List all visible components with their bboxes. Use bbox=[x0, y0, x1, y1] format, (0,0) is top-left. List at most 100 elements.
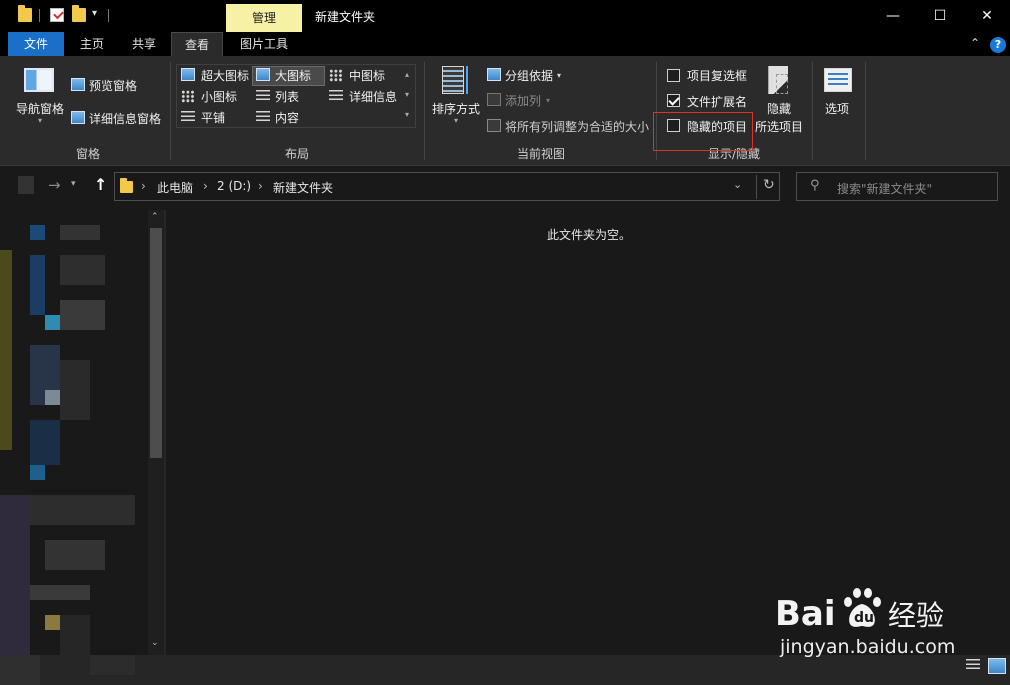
layout-tiles[interactable]: 平铺 bbox=[201, 109, 225, 126]
tab-share[interactable]: 共享 bbox=[124, 32, 164, 56]
layout-list[interactable]: 列表 bbox=[275, 88, 299, 105]
search-box[interactable]: ⚲ 搜索"新建文件夹" bbox=[796, 172, 998, 201]
details-pane-button[interactable]: 详细信息窗格 bbox=[89, 110, 161, 127]
add-columns-button[interactable]: 添加列 bbox=[505, 92, 541, 109]
pixelated-block bbox=[45, 390, 60, 405]
content-icon bbox=[256, 111, 270, 124]
close-button[interactable]: ✕ bbox=[964, 0, 1010, 32]
small-icons-icon bbox=[181, 90, 195, 103]
tab-file[interactable]: 文件 bbox=[8, 32, 64, 56]
sort-by-button[interactable]: 排序方式 bbox=[432, 100, 480, 117]
folder-icon bbox=[120, 178, 133, 193]
address-bar[interactable]: › 此电脑 › 2 (D:) › 新建文件夹 ⌄ ↻ bbox=[114, 172, 780, 201]
pixelated-block bbox=[30, 420, 60, 465]
details-icon bbox=[329, 90, 343, 103]
scrollbar-thumb[interactable] bbox=[150, 228, 162, 458]
maximize-icon: ☐ bbox=[933, 8, 947, 24]
up-icon[interactable]: ↑ bbox=[94, 175, 107, 194]
tiles-icon bbox=[181, 111, 195, 124]
pixelated-block bbox=[30, 225, 45, 240]
help-icon[interactable]: ? bbox=[990, 37, 1006, 53]
pixelated-block bbox=[60, 300, 105, 330]
minimize-icon: — bbox=[886, 8, 900, 24]
pixelated-block bbox=[60, 225, 100, 240]
layout-medium-icons[interactable]: 中图标 bbox=[349, 67, 385, 84]
chevron-down-icon: ▾ bbox=[454, 116, 459, 125]
chevron-right-icon[interactable]: › bbox=[203, 179, 208, 193]
folder-icon[interactable] bbox=[18, 5, 32, 22]
breadcrumb-drive[interactable]: 2 (D:) bbox=[217, 179, 251, 193]
tab-picture-tools[interactable]: 图片工具 bbox=[232, 32, 296, 56]
group-separator bbox=[865, 62, 866, 160]
pixelated-block bbox=[0, 250, 12, 450]
quick-access-dropdown-icon[interactable]: ▾ bbox=[92, 8, 97, 19]
options-button[interactable]: 选项 bbox=[825, 100, 849, 117]
expand-gallery-icon[interactable]: ▾ bbox=[405, 110, 409, 119]
hide-selected-label-1[interactable]: 隐藏 bbox=[767, 100, 791, 117]
size-all-columns-button[interactable]: 将所有列调整为合适的大小 bbox=[505, 118, 649, 135]
baidu-logo-icon: Bai du 经验 bbox=[775, 588, 944, 634]
layout-extra-large-icons[interactable]: 超大图标 bbox=[201, 67, 249, 84]
scroll-down-icon[interactable]: ⌄ bbox=[151, 638, 159, 648]
breadcrumb-new-folder[interactable]: 新建文件夹 bbox=[273, 179, 333, 196]
recent-locations-icon[interactable]: ▾ bbox=[71, 179, 76, 189]
options-icon bbox=[824, 68, 852, 92]
back-icon[interactable] bbox=[18, 176, 34, 194]
pixelated-block bbox=[30, 495, 135, 525]
maximize-button[interactable]: ☐ bbox=[917, 0, 963, 32]
tab-home[interactable]: 主页 bbox=[72, 32, 112, 56]
group-label-layout: 布局 bbox=[285, 147, 310, 161]
scroll-up-icon[interactable]: ⌃ bbox=[151, 212, 159, 222]
chevron-down-icon[interactable]: ⌄ bbox=[733, 178, 742, 191]
tab-manage[interactable]: 管理 bbox=[226, 4, 302, 32]
pixelated-block bbox=[60, 615, 90, 655]
navigation-pane-button[interactable]: 导航窗格 bbox=[16, 100, 64, 117]
layout-details[interactable]: 详细信息 bbox=[349, 88, 397, 105]
hide-selected-dashed-icon bbox=[776, 74, 788, 94]
group-separator bbox=[170, 62, 171, 160]
navigation-pane-icon[interactable] bbox=[24, 68, 54, 92]
details-view-icon[interactable] bbox=[966, 659, 980, 672]
file-extensions-checkbox[interactable] bbox=[667, 94, 680, 107]
layout-large-icons[interactable]: 大图标 bbox=[275, 67, 311, 84]
ribbon-tab-bar: 文件 主页 共享 查看 图片工具 ⌃ ? bbox=[0, 32, 1010, 56]
pixelated-block bbox=[60, 360, 90, 420]
pixelated-block bbox=[45, 540, 105, 570]
scroll-down-icon[interactable]: ▾ bbox=[405, 90, 409, 99]
chevron-down-icon: ▾ bbox=[546, 96, 551, 105]
search-placeholder: 搜索"新建文件夹" bbox=[837, 182, 933, 196]
minimize-button[interactable]: — bbox=[870, 0, 916, 32]
wm-brand: Bai bbox=[775, 594, 836, 634]
item-checkboxes-checkbox[interactable] bbox=[667, 69, 680, 82]
file-extensions-label: 文件扩展名 bbox=[687, 95, 748, 109]
list-icon bbox=[256, 90, 270, 103]
large-icons-view-icon[interactable] bbox=[988, 658, 1006, 674]
close-icon: ✕ bbox=[981, 8, 993, 24]
new-folder-icon[interactable] bbox=[72, 5, 86, 22]
tab-view[interactable]: 查看 bbox=[171, 32, 223, 56]
hide-selected-label-2[interactable]: 所选项目 bbox=[755, 118, 803, 135]
details-pane-icon bbox=[71, 111, 85, 124]
pixelated-block bbox=[30, 585, 90, 600]
pixelated-block bbox=[0, 655, 40, 685]
chevron-right-icon[interactable]: › bbox=[258, 179, 263, 193]
layout-small-icons[interactable]: 小图标 bbox=[201, 88, 237, 105]
pixelated-block bbox=[60, 255, 105, 285]
chevron-right-icon[interactable]: › bbox=[141, 179, 146, 193]
add-columns-icon bbox=[487, 93, 501, 106]
scroll-up-icon[interactable]: ▴ bbox=[405, 70, 409, 79]
refresh-icon[interactable]: ↻ bbox=[763, 177, 775, 193]
properties-icon[interactable] bbox=[50, 8, 64, 22]
item-checkboxes-label: 项目复选框 bbox=[687, 69, 748, 83]
breadcrumb-this-pc[interactable]: 此电脑 bbox=[157, 179, 193, 196]
separator bbox=[108, 9, 109, 22]
collapse-ribbon-icon[interactable]: ⌃ bbox=[970, 36, 980, 50]
navigation-pane[interactable] bbox=[0, 210, 148, 655]
layout-content[interactable]: 内容 bbox=[275, 109, 299, 126]
pixelated-block bbox=[0, 495, 30, 655]
forward-icon[interactable]: → bbox=[48, 176, 61, 194]
group-by-button[interactable]: 分组依据 bbox=[505, 67, 553, 84]
watermark-url: jingyan.baidu.com bbox=[780, 636, 956, 658]
preview-pane-button[interactable]: 预览窗格 bbox=[89, 77, 137, 94]
wm-brand2: du bbox=[854, 610, 874, 626]
